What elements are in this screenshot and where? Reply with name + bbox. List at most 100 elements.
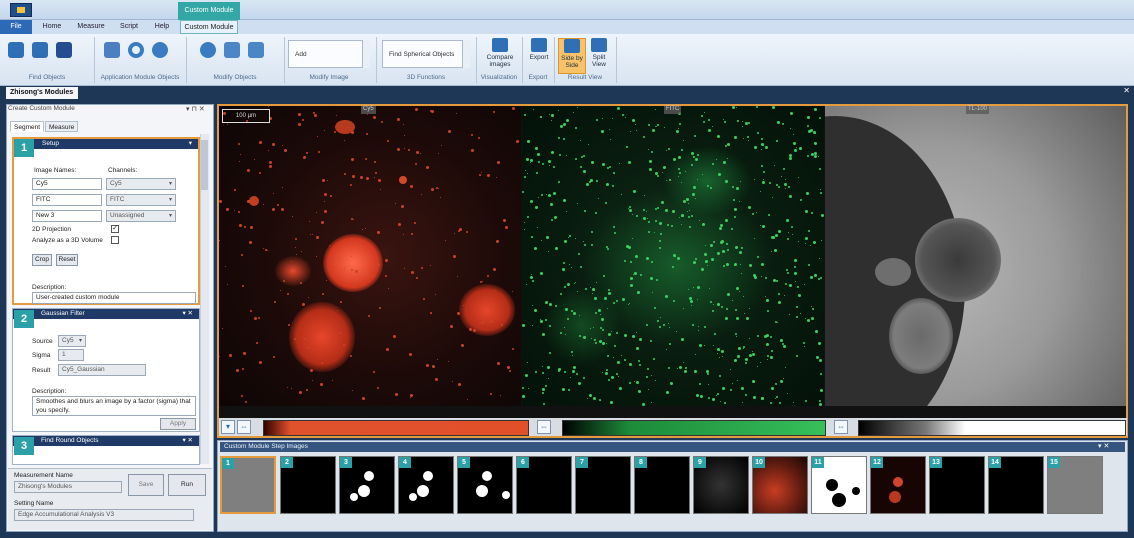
- tab-help[interactable]: Help: [148, 20, 176, 34]
- merge-objects-icon[interactable]: [248, 42, 264, 58]
- result-field[interactable]: Cy5_Gaussian: [58, 364, 146, 376]
- speckle: [766, 343, 769, 346]
- speckle: [610, 139, 611, 140]
- description-field[interactable]: Smoothes and blurs an image by a factor …: [32, 396, 196, 416]
- scrollbar-thumb[interactable]: [201, 140, 208, 190]
- chevron-down-icon[interactable]: ▾: [221, 420, 235, 434]
- speckle: [707, 373, 709, 375]
- step-thumbnail[interactable]: 14: [988, 456, 1044, 514]
- tab-measure-panel[interactable]: Measure: [45, 121, 79, 132]
- channel-select[interactable]: Unassigned: [106, 210, 176, 222]
- tab-segment[interactable]: Segment: [10, 121, 45, 132]
- step-thumbnail[interactable]: 15: [1047, 456, 1103, 514]
- volume-checkbox[interactable]: [111, 236, 119, 244]
- cy5-image-panel[interactable]: [219, 106, 521, 406]
- modify-image-scroll[interactable]: [362, 40, 370, 68]
- speckle: [770, 402, 772, 404]
- fitc-histogram[interactable]: [562, 420, 826, 436]
- close-icon[interactable]: ✕: [1123, 86, 1130, 95]
- crop-button[interactable]: Crop: [32, 254, 52, 266]
- app-icon[interactable]: [10, 3, 32, 17]
- cy5-histogram[interactable]: [263, 420, 529, 436]
- tl-histogram[interactable]: [858, 420, 1126, 436]
- image-name-field[interactable]: FITC: [32, 194, 102, 206]
- step-thumbnail[interactable]: 5: [457, 456, 513, 514]
- pin-icon[interactable]: ▾ ⊓ ✕: [186, 105, 205, 113]
- fitc-image-panel[interactable]: [522, 106, 824, 406]
- setting-name-field[interactable]: Edge Accumulational Analysis V3: [14, 509, 194, 521]
- split-objects-icon[interactable]: [224, 42, 240, 58]
- apply-button[interactable]: Apply: [160, 418, 196, 430]
- speckle: [651, 375, 652, 376]
- speckle: [762, 225, 765, 228]
- step-thumbnail[interactable]: 8: [634, 456, 690, 514]
- speckle: [596, 282, 597, 283]
- run-button[interactable]: Run: [168, 474, 206, 496]
- speckle: [692, 324, 694, 326]
- source-select[interactable]: Cy5: [58, 335, 86, 347]
- swap-icon[interactable]: ⇔: [537, 420, 551, 434]
- tl-image-panel[interactable]: [825, 106, 1126, 406]
- three-d-dropdown[interactable]: Find Spherical Objects: [382, 40, 464, 68]
- channel-select[interactable]: Cy5: [106, 178, 176, 190]
- description-field[interactable]: User-created custom module: [32, 292, 196, 304]
- channel-select[interactable]: FITC: [106, 194, 176, 206]
- speckle: [263, 248, 264, 249]
- chevron-down-icon[interactable]: ▾ ✕: [182, 436, 193, 446]
- save-button[interactable]: Save: [128, 474, 164, 496]
- swap-icon[interactable]: ⇔: [237, 420, 251, 434]
- speckle: [693, 186, 696, 189]
- projection-checkbox[interactable]: ✓: [111, 225, 119, 233]
- speckle: [351, 158, 354, 161]
- tab-home[interactable]: Home: [36, 20, 68, 34]
- chevron-down-icon[interactable]: ▾: [189, 139, 192, 149]
- modify-object-icon[interactable]: [200, 42, 216, 58]
- step-thumbnail[interactable]: 9: [693, 456, 749, 514]
- reset-button[interactable]: Reset: [56, 254, 78, 266]
- tab-file[interactable]: File: [0, 20, 32, 34]
- speckle: [818, 342, 821, 345]
- speckle: [625, 117, 626, 118]
- swap-icon[interactable]: ⇔: [834, 420, 848, 434]
- step-thumbnail[interactable]: 2: [280, 456, 336, 514]
- speckle: [794, 259, 797, 262]
- sigma-field[interactable]: 1: [58, 349, 84, 361]
- app-module-icon[interactable]: [152, 42, 168, 58]
- export-button[interactable]: Export: [526, 38, 552, 74]
- close-icon[interactable]: ▾ ✕: [1098, 442, 1109, 450]
- step-thumbnail[interactable]: 7: [575, 456, 631, 514]
- find-cells-icon[interactable]: [56, 42, 72, 58]
- module-objects-icon[interactable]: [104, 42, 120, 58]
- image-name-field[interactable]: New 3: [32, 210, 102, 222]
- three-d-scroll[interactable]: [462, 40, 470, 68]
- split-view-button[interactable]: Split View: [588, 38, 610, 74]
- module-tab[interactable]: Zhisong's Modules: [6, 87, 78, 99]
- compare-images-button[interactable]: Compare images: [480, 38, 520, 74]
- tab-custom-module[interactable]: Custom Module: [180, 20, 238, 34]
- step-thumbnail[interactable]: 11: [811, 456, 867, 514]
- speckle: [771, 387, 774, 390]
- speckle: [312, 380, 313, 381]
- speckle: [432, 365, 435, 368]
- chevron-down-icon[interactable]: ▾ ✕: [182, 309, 193, 319]
- image-name-field[interactable]: Cy5: [32, 178, 102, 190]
- tab-measure[interactable]: Measure: [73, 20, 109, 34]
- speckle: [438, 153, 439, 154]
- find-spots-icon[interactable]: [32, 42, 48, 58]
- step-thumbnail[interactable]: 12: [870, 456, 926, 514]
- measurement-name-field[interactable]: Zhisong's Modules: [14, 481, 122, 493]
- modify-image-dropdown[interactable]: Add: [288, 40, 370, 68]
- step-thumbnail[interactable]: 6: [516, 456, 572, 514]
- step-thumbnail[interactable]: 4: [398, 456, 454, 514]
- tab-script[interactable]: Script: [114, 20, 144, 34]
- step-thumbnail[interactable]: 10: [752, 456, 808, 514]
- side-by-side-button[interactable]: Side by Side: [558, 38, 586, 74]
- step-thumbnail[interactable]: 3: [339, 456, 395, 514]
- step-thumbnail[interactable]: 13: [929, 456, 985, 514]
- speckle: [496, 240, 499, 243]
- ring-objects-icon[interactable]: [128, 42, 144, 58]
- find-objects-icon[interactable]: [8, 42, 24, 58]
- thumbnail-number: 6: [517, 457, 529, 468]
- speckle: [545, 301, 548, 304]
- step-thumbnail[interactable]: 1: [220, 456, 276, 514]
